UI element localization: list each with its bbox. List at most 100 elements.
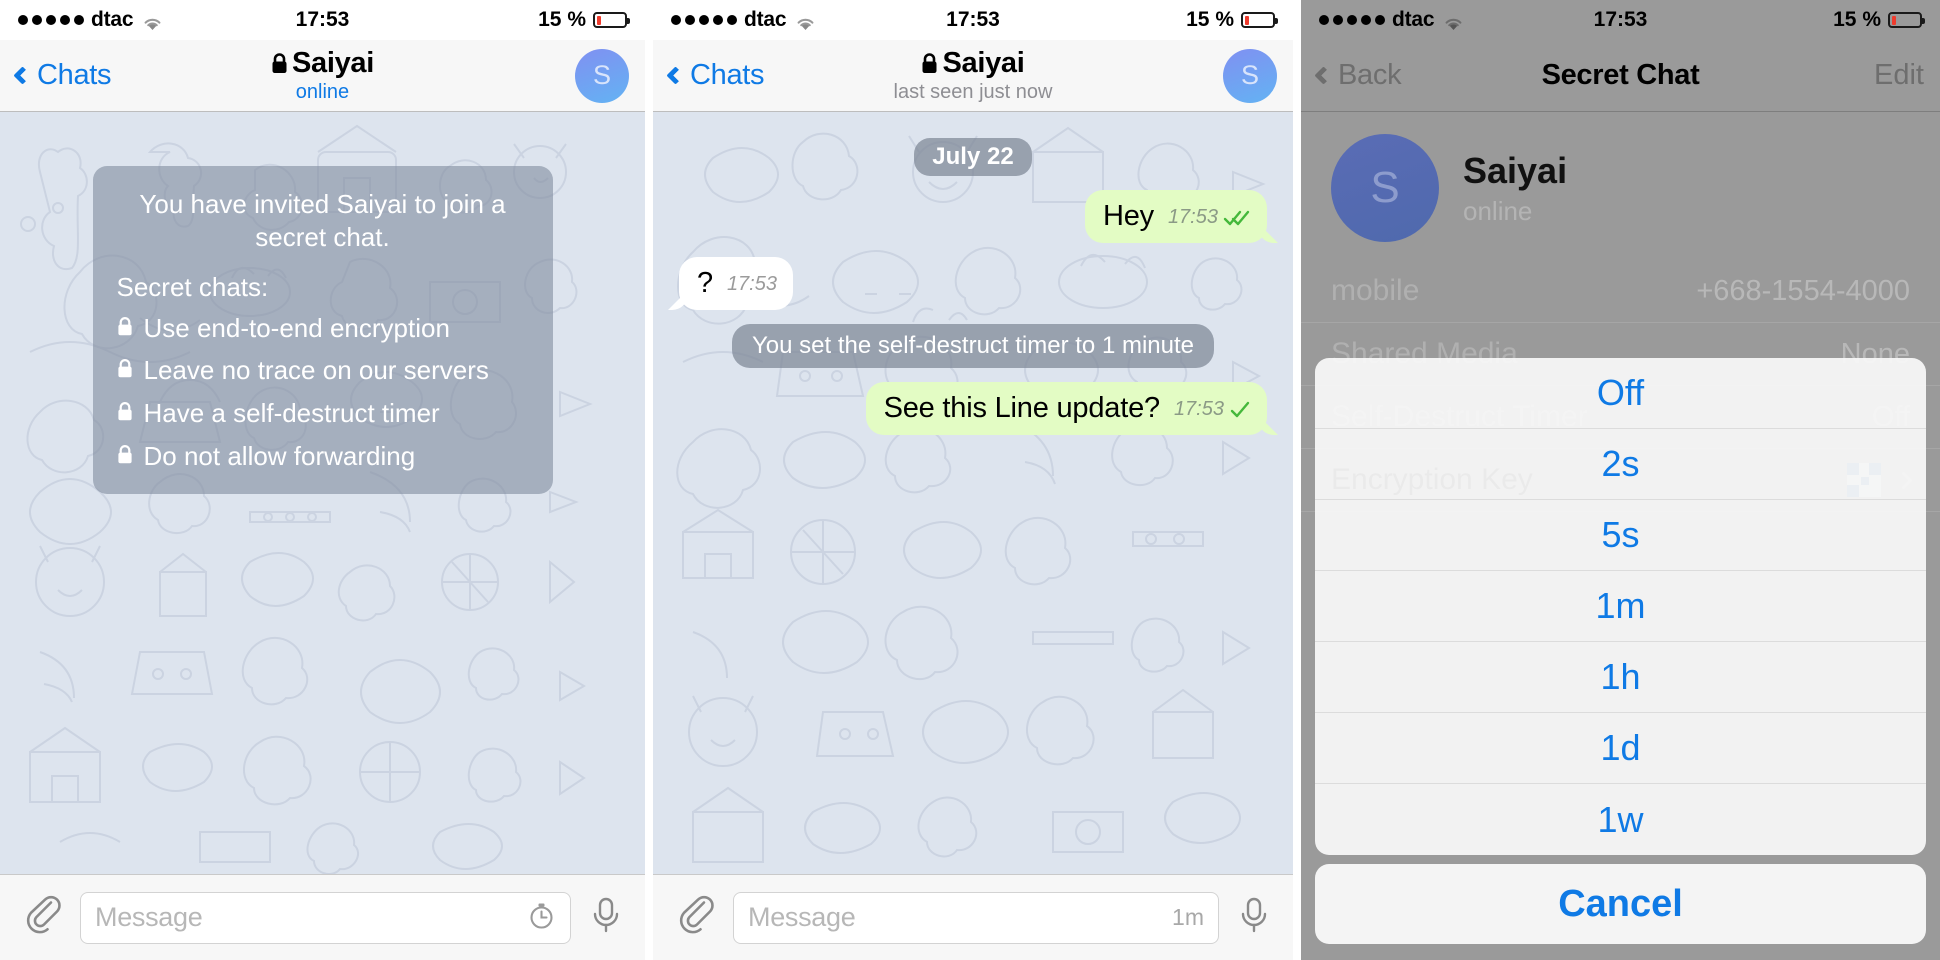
date-separator: July 22 <box>914 138 1032 176</box>
message-list: July 22 Hey 17:53 ? 17:53 You set the se… <box>653 112 1293 874</box>
avatar[interactable]: S <box>1223 48 1277 103</box>
message-meta: 17:53 <box>727 273 777 300</box>
outgoing-message-bubble[interactable]: See this Line update? 17:53 <box>865 382 1267 435</box>
message-text: See this Line update? <box>883 392 1161 424</box>
message-row: See this Line update? 17:53 <box>665 382 1281 435</box>
paperclip-icon[interactable] <box>675 895 715 940</box>
status-bar-left: dtac <box>18 8 162 32</box>
status-bar: dtac 17:53 15 % <box>1301 0 1940 40</box>
message-row: ? 17:53 <box>665 257 1281 310</box>
panel-divider <box>1293 0 1301 960</box>
status-bar-right: 15 % <box>1186 8 1278 32</box>
service-message: You set the self-destruct timer to 1 min… <box>732 324 1214 368</box>
message-meta: 17:53 <box>1174 398 1251 425</box>
lock-icon <box>921 50 938 80</box>
carrier-label: dtac <box>91 8 134 31</box>
list-item: Have a self-destruct timer <box>117 397 529 431</box>
signal-strength-icon <box>18 15 84 25</box>
message-placeholder: Message <box>95 902 203 932</box>
battery-icon <box>1888 12 1925 28</box>
settings-row-mobile[interactable]: mobile +668-1554-4000 <box>1301 260 1940 323</box>
back-to-chats-button[interactable]: Chats <box>666 59 765 92</box>
incoming-message-bubble[interactable]: ? 17:53 <box>679 257 793 310</box>
navigation-bar: Back Secret Chat Edit <box>1301 40 1940 112</box>
status-bar-left: dtac <box>1319 8 1463 32</box>
lock-icon <box>271 50 288 80</box>
wifi-icon <box>796 13 815 30</box>
status-bar: dtac 17:53 15 % <box>0 0 645 40</box>
message-input-field[interactable]: Message <box>80 891 571 944</box>
list-item-label: Have a self-destruct timer <box>143 398 440 429</box>
list-item-label: Use end-to-end encryption <box>143 312 450 343</box>
microphone-icon[interactable] <box>589 895 623 940</box>
avatar[interactable]: S <box>575 48 629 103</box>
list-item: Leave no trace on our servers <box>117 354 529 388</box>
chevron-left-icon <box>666 66 685 85</box>
status-bar-left: dtac <box>671 8 815 32</box>
status-bar: dtac 17:53 15 % <box>653 0 1293 40</box>
navigation-bar: Chats Saiyai last seen just now S <box>653 40 1293 112</box>
lock-icon <box>117 402 133 421</box>
timer-option-1w[interactable]: 1w <box>1315 784 1926 855</box>
cancel-button[interactable]: Cancel <box>1315 864 1926 944</box>
timer-option-2s[interactable]: 2s <box>1315 429 1926 500</box>
list-item-label: Leave no trace on our servers <box>143 355 489 386</box>
battery-icon <box>593 12 630 28</box>
secret-chat-info-bubble: You have invited Saiyai to join a secret… <box>92 166 553 494</box>
profile-header: S Saiyai online <box>1301 112 1940 260</box>
battery-icon <box>1241 12 1278 28</box>
list-item: Use end-to-end encryption <box>117 312 529 346</box>
microphone-icon[interactable] <box>1237 895 1271 940</box>
outgoing-message-bubble[interactable]: Hey 17:53 <box>1084 190 1267 243</box>
contact-name: Saiyai <box>1463 149 1568 191</box>
double-check-icon <box>1223 209 1251 227</box>
signal-strength-icon <box>671 15 737 25</box>
timer-option-5s[interactable]: 5s <box>1315 500 1926 571</box>
back-button-label: Chats <box>37 59 112 91</box>
list-item: Do not allow forwarding <box>117 440 529 474</box>
message-text: ? <box>697 267 713 299</box>
back-button[interactable]: Back <box>1314 59 1402 92</box>
chat-message-area: July 22 Hey 17:53 ? 17:53 You set the se… <box>653 112 1293 874</box>
self-destruct-timer-value[interactable]: 1m <box>1172 904 1204 931</box>
single-check-icon <box>1229 401 1251 419</box>
panel-secret-chat-conversation: dtac 17:53 15 % Chats Saiyai last seen j… <box>653 0 1293 960</box>
battery-percent-label: 15 % <box>538 8 586 31</box>
row-value: +668-1554-4000 <box>1696 274 1910 307</box>
wifi-icon <box>1444 13 1463 30</box>
message-row: Hey 17:53 <box>665 190 1281 243</box>
message-meta: 17:53 <box>1168 206 1251 233</box>
back-button-label: Back <box>1338 59 1402 91</box>
panel-secret-chat-settings: dtac 17:53 15 % Back Secret Chat Edit S … <box>1301 0 1940 960</box>
avatar[interactable]: S <box>1331 134 1439 242</box>
paperclip-icon[interactable] <box>22 895 62 940</box>
timer-option-off[interactable]: Off <box>1315 358 1926 429</box>
status-bar-right: 15 % <box>1833 8 1925 32</box>
carrier-label: dtac <box>744 8 787 31</box>
back-button-label: Chats <box>690 59 765 91</box>
signal-strength-icon <box>1319 15 1385 25</box>
message-input-field[interactable]: Message 1m <box>733 891 1219 944</box>
battery-percent-label: 15 % <box>1186 8 1234 31</box>
message-time: 17:53 <box>1173 398 1224 420</box>
timer-option-1h[interactable]: 1h <box>1315 642 1926 713</box>
date-separator-row: July 22 <box>665 138 1281 176</box>
row-label: mobile <box>1331 274 1420 307</box>
lock-icon <box>117 444 133 464</box>
stopwatch-icon[interactable] <box>527 901 556 935</box>
list-item-label: Do not allow forwarding <box>143 440 416 471</box>
timer-option-1d[interactable]: 1d <box>1315 713 1926 784</box>
service-message-row: You set the self-destruct timer to 1 min… <box>665 324 1281 368</box>
status-bar-right: 15 % <box>538 8 630 32</box>
back-to-chats-button[interactable]: Chats <box>13 59 112 92</box>
chevron-left-icon <box>13 66 32 85</box>
carrier-label: dtac <box>1392 8 1435 31</box>
message-text: Hey <box>1102 200 1154 232</box>
timer-option-1m[interactable]: 1m <box>1315 571 1926 642</box>
info-heading: You have invited Saiyai to join a secret… <box>139 189 506 252</box>
profile-identity: Saiyai online <box>1463 150 1567 227</box>
panel-secret-chat-intro: dtac 17:53 15 % Chats Saiyai online S Yo… <box>0 0 645 960</box>
edit-button[interactable]: Edit <box>1874 59 1924 92</box>
message-input-bar: Message <box>0 874 645 960</box>
wifi-icon <box>143 13 162 30</box>
